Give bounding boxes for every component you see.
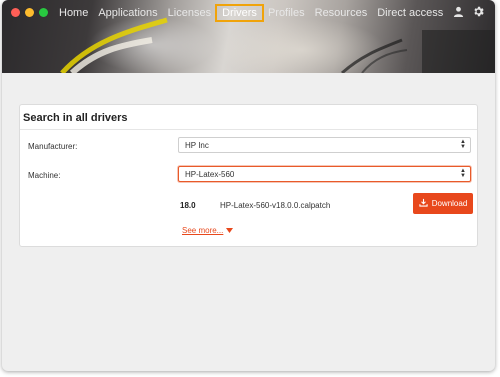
header-banner: Home Applications Licenses Drivers Profi… [2,0,495,73]
select-arrows-icon: ▲ ▼ [460,168,466,179]
nav-item-drivers[interactable]: Drivers [215,4,264,22]
chevron-down-icon [226,226,234,235]
download-button[interactable]: Download [413,193,473,214]
see-more-link[interactable]: See more... [182,226,234,235]
divider [20,129,477,130]
zoom-window-button[interactable] [39,8,48,17]
driver-version: 18.0 [180,201,196,210]
download-icon [419,198,428,209]
manufacturer-label: Manufacturer: [28,142,78,151]
manufacturer-select[interactable]: HP Inc ▲ ▼ [178,137,471,153]
minimize-window-button[interactable] [25,8,34,17]
driver-filename: HP-Latex-560-v18.0.0.calpatch [220,201,331,210]
driver-search-card: Search in all drivers Manufacturer: HP I… [19,104,478,247]
app-window: Home Applications Licenses Drivers Profi… [2,0,495,371]
main-nav: Home Applications Licenses Drivers Profi… [59,4,453,22]
nav-item-licenses[interactable]: Licenses [168,5,211,21]
close-window-button[interactable] [11,8,20,17]
see-more-label: See more... [182,226,224,235]
nav-item-applications[interactable]: Applications [98,5,157,21]
machine-value: HP-Latex-560 [185,170,235,179]
nav-item-direct-access[interactable]: Direct access [377,5,443,21]
window-controls [11,8,48,17]
machine-select[interactable]: HP-Latex-560 ▲ ▼ [178,166,471,182]
gear-icon[interactable] [472,5,485,18]
download-label: Download [431,199,468,208]
manufacturer-value: HP Inc [185,141,209,150]
machine-label: Machine: [28,171,61,180]
select-arrows-icon: ▲ ▼ [460,139,466,150]
nav-item-profiles[interactable]: Profiles [268,5,305,21]
nav-item-resources[interactable]: Resources [315,5,368,21]
user-icon[interactable] [453,6,464,17]
nav-item-home[interactable]: Home [59,5,88,21]
top-right-icons [453,5,485,18]
card-title: Search in all drivers [23,112,128,124]
